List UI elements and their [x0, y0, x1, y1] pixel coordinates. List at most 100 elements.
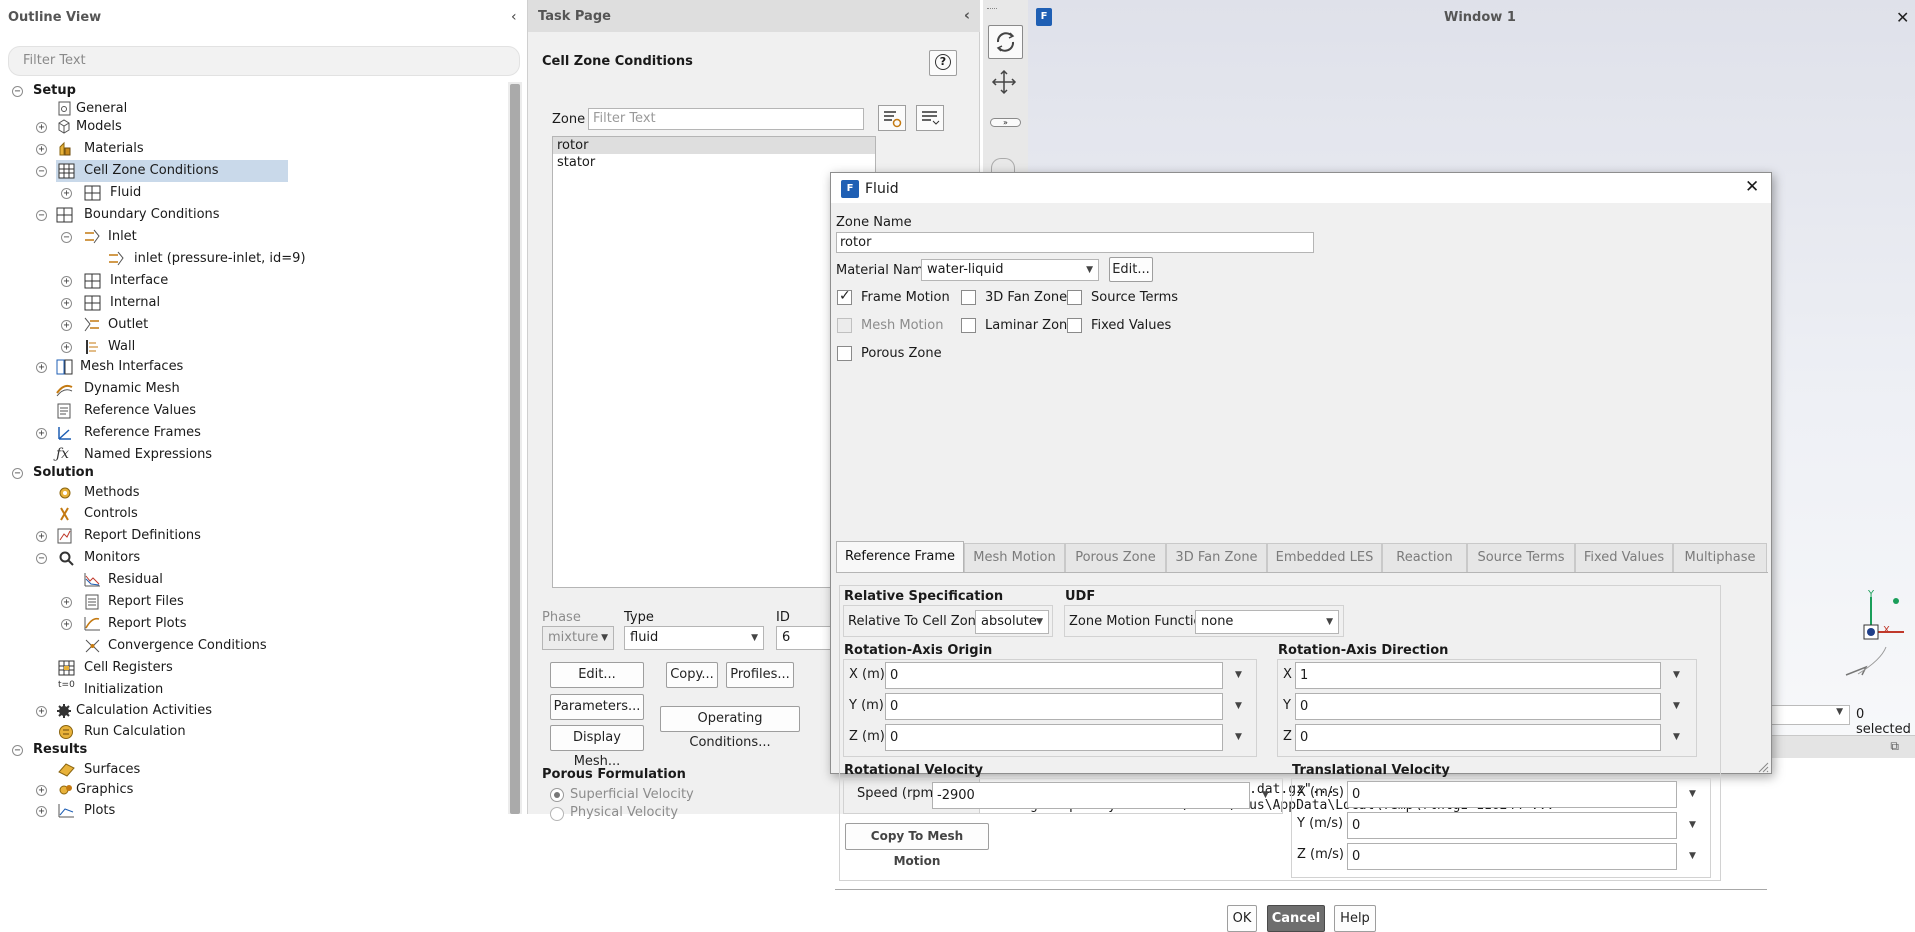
- parameter-dropdown-icon[interactable]: ▼: [1262, 790, 1269, 800]
- expand-toggle[interactable]: +: [61, 188, 72, 199]
- porous-zone-checkbox[interactable]: [837, 346, 852, 361]
- tree-item-dynamic-mesh[interactable]: Dynamic Mesh: [0, 378, 300, 400]
- parameter-dropdown-icon[interactable]: ▼: [1689, 851, 1696, 861]
- fixed-values-checkbox[interactable]: [1067, 318, 1082, 333]
- expand-toggle[interactable]: +: [36, 531, 47, 542]
- tab-multiphase[interactable]: Multiphase: [1673, 543, 1767, 572]
- direction-y-input[interactable]: 0: [1295, 693, 1661, 720]
- collapse-toggle[interactable]: −: [36, 553, 47, 564]
- zone-list[interactable]: rotor stator: [552, 136, 876, 588]
- origin-z-input[interactable]: 0: [885, 724, 1223, 751]
- relative-to-cell-zone-select[interactable]: absolute ▼: [975, 610, 1049, 634]
- collapse-panel-icon[interactable]: ‹: [964, 6, 970, 24]
- tree-item-results[interactable]: − Results: [0, 739, 300, 761]
- expand-toggle[interactable]: +: [61, 597, 72, 608]
- collapse-toggle[interactable]: −: [61, 232, 72, 243]
- expand-toggle[interactable]: +: [61, 276, 72, 287]
- tree-item-inlet-pressure-inlet[interactable]: inlet (pressure-inlet, id=9): [0, 248, 320, 270]
- expand-toggle[interactable]: +: [36, 785, 47, 796]
- translational-y-input[interactable]: 0: [1347, 812, 1677, 839]
- tree-item-internal[interactable]: + Internal: [0, 292, 300, 314]
- 3d-fan-zone-checkbox[interactable]: [961, 290, 976, 305]
- expand-toggle[interactable]: +: [36, 706, 47, 717]
- collapse-toggle[interactable]: −: [12, 745, 23, 756]
- type-select[interactable]: fluid ▼: [624, 626, 764, 650]
- expand-toggle[interactable]: +: [36, 428, 47, 439]
- tree-item-cell-zone-conditions[interactable]: Cell Zone Conditions: [56, 160, 288, 182]
- tree-item-reference-values[interactable]: Reference Values: [0, 400, 300, 422]
- tree-item-reference-frames[interactable]: + Reference Frames: [0, 422, 300, 444]
- operating-conditions-button[interactable]: Operating Conditions...: [660, 706, 800, 750]
- list-options-button[interactable]: [916, 105, 944, 131]
- collapse-toggle[interactable]: −: [12, 468, 23, 479]
- expand-toggle[interactable]: +: [61, 342, 72, 353]
- origin-y-input[interactable]: 0: [885, 693, 1223, 720]
- source-terms-checkbox[interactable]: [1067, 290, 1082, 305]
- zone-filter-input[interactable]: Filter Text: [588, 108, 864, 130]
- expand-toggle[interactable]: +: [36, 362, 47, 373]
- tree-item-monitors[interactable]: − Monitors: [0, 547, 300, 569]
- help-button[interactable]: Help: [1334, 905, 1376, 932]
- expand-toggle[interactable]: +: [36, 806, 47, 817]
- list-item[interactable]: stator: [553, 154, 875, 171]
- toolbar-expand-button[interactable]: »: [990, 118, 1021, 127]
- copy-button[interactable]: Copy...: [666, 662, 718, 688]
- list-item[interactable]: rotor: [553, 137, 875, 154]
- tab-mesh-motion[interactable]: Mesh Motion: [964, 543, 1065, 572]
- tree-item-materials[interactable]: + Materials: [0, 138, 300, 160]
- material-name-select[interactable]: water-liquid ▼: [921, 259, 1099, 281]
- tree-item-graphics[interactable]: + Graphics: [0, 779, 300, 801]
- tree-item-solution[interactable]: − Solution: [0, 462, 300, 484]
- tab-porous-zone[interactable]: Porous Zone: [1065, 543, 1166, 572]
- tree-item-report-plots[interactable]: + Report Plots: [0, 613, 300, 635]
- expand-toggle[interactable]: +: [61, 298, 72, 309]
- physical-velocity-radio[interactable]: [550, 807, 564, 821]
- mesh-motion-checkbox[interactable]: [837, 318, 852, 333]
- tab-reaction[interactable]: Reaction: [1382, 543, 1467, 572]
- tab-embedded-les[interactable]: Embedded LES: [1267, 543, 1382, 572]
- undock-icon[interactable]: ⧉: [1890, 739, 1899, 754]
- profiles-button[interactable]: Profiles...: [726, 662, 794, 688]
- tree-item-initialization[interactable]: t=0 Initialization: [0, 679, 300, 701]
- tab-3d-fan-zone[interactable]: 3D Fan Zone: [1166, 543, 1267, 572]
- pan-view-button[interactable]: [988, 66, 1023, 100]
- superficial-velocity-radio[interactable]: [550, 788, 564, 802]
- expand-toggle[interactable]: +: [61, 320, 72, 331]
- parameter-dropdown-icon[interactable]: ▼: [1689, 820, 1696, 830]
- zone-motion-function-select[interactable]: none ▼: [1195, 610, 1339, 634]
- tree-item-plots[interactable]: + Plots: [0, 800, 300, 822]
- tab-reference-frame[interactable]: Reference Frame: [836, 541, 964, 572]
- tree-item-outlet[interactable]: + Outlet: [0, 314, 300, 336]
- expand-toggle[interactable]: +: [61, 619, 72, 630]
- tree-item-convergence-conditions[interactable]: Convergence Conditions: [0, 635, 340, 657]
- tree-item-methods[interactable]: Methods: [0, 482, 300, 504]
- tree-item-cell-registers[interactable]: Cell Registers: [0, 657, 300, 679]
- edit-button[interactable]: Edit...: [550, 662, 644, 688]
- selection-combo[interactable]: ▼: [1770, 705, 1850, 725]
- zone-name-input[interactable]: rotor: [836, 232, 1314, 253]
- collapse-panel-icon[interactable]: ‹: [511, 9, 517, 25]
- expand-toggle[interactable]: +: [36, 122, 47, 133]
- outline-scrollbar[interactable]: [508, 82, 522, 814]
- frame-motion-checkbox[interactable]: ✓: [837, 288, 852, 305]
- cancel-button[interactable]: Cancel: [1267, 905, 1325, 932]
- parameter-dropdown-icon[interactable]: ▼: [1235, 670, 1242, 680]
- filter-selected-button[interactable]: [878, 105, 906, 131]
- expand-toggle[interactable]: +: [36, 144, 47, 155]
- origin-x-input[interactable]: 0: [885, 662, 1223, 689]
- resize-grip-icon[interactable]: [1757, 761, 1769, 773]
- speed-rpm-input[interactable]: -2900: [932, 782, 1250, 809]
- tree-item-controls[interactable]: Controls: [0, 503, 300, 525]
- close-dialog-icon[interactable]: ✕: [1745, 177, 1759, 197]
- parameter-dropdown-icon[interactable]: ▼: [1673, 701, 1680, 711]
- phase-select[interactable]: mixture ▼: [542, 626, 614, 650]
- copy-to-mesh-motion-button[interactable]: Copy To Mesh Motion: [845, 823, 989, 868]
- tree-item-report-files[interactable]: + Report Files: [0, 591, 300, 613]
- translational-z-input[interactable]: 0: [1347, 843, 1677, 870]
- collapse-toggle[interactable]: −: [36, 210, 47, 221]
- direction-z-input[interactable]: 0: [1295, 724, 1661, 751]
- tree-item-report-definitions[interactable]: + Report Definitions: [0, 525, 300, 547]
- outline-filter-input[interactable]: Filter Text: [8, 46, 520, 76]
- tree-item-fluid[interactable]: + Fluid: [0, 182, 300, 204]
- rotate-view-button[interactable]: [988, 25, 1023, 59]
